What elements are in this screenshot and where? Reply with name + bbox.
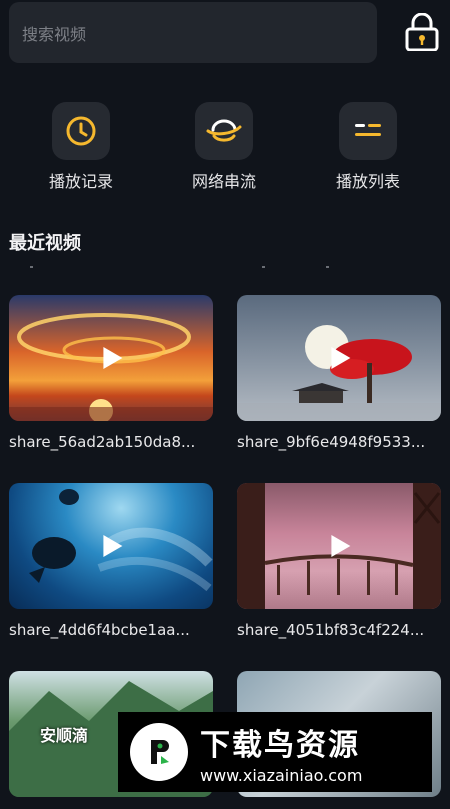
search-input[interactable]: 搜索视频 (9, 2, 377, 63)
play-icon (331, 535, 351, 557)
video-thumbnail (237, 483, 441, 609)
history-label: 播放记录 (48, 172, 113, 191)
video-card[interactable]: share_9bf6e4948f9533... (237, 295, 441, 451)
clock-icon (52, 102, 110, 160)
watermark-title: 下载鸟资源 (200, 727, 360, 763)
play-icon (103, 347, 123, 369)
video-card[interactable]: share_4dd6f4bcbe1aa... (9, 483, 213, 639)
divider-mark (30, 266, 33, 268)
divider-mark (326, 266, 329, 268)
recent-videos-title: 最近视频 (9, 233, 81, 254)
video-name: share_9bf6e4948f9533... (237, 433, 426, 451)
video-name: share_4051bf83c4f224... (237, 621, 425, 639)
divider-mark (262, 266, 265, 268)
video-name: share_56ad2ab150da8... (9, 433, 196, 451)
playlist-label: 播放列表 (335, 172, 400, 191)
search-placeholder: 搜索视频 (22, 24, 87, 44)
play-icon (331, 347, 351, 369)
bird-logo-icon (130, 723, 188, 781)
network-stream-icon (195, 102, 253, 160)
playlist-button[interactable]: 播放列表 (318, 102, 418, 192)
lock-icon[interactable] (404, 12, 440, 52)
playlist-icon (339, 102, 397, 160)
network-stream-button[interactable]: 网络串流 (174, 102, 274, 192)
watermark-banner: 下载鸟资源 www.xiazainiao.com (118, 712, 432, 792)
video-thumbnail (9, 483, 213, 609)
video-card[interactable]: share_56ad2ab150da8... (9, 295, 213, 451)
video-overlay-text: 安顺滴 (40, 726, 89, 745)
watermark-url: www.xiazainiao.com (200, 765, 363, 785)
video-thumbnail (9, 295, 213, 421)
network-stream-label: 网络串流 (191, 172, 256, 191)
play-icon (103, 535, 123, 557)
video-card[interactable]: share_4051bf83c4f224... (237, 483, 441, 639)
history-button[interactable]: 播放记录 (31, 102, 131, 192)
video-name: share_4dd6f4bcbe1aa... (9, 621, 190, 639)
video-thumbnail (237, 295, 441, 421)
